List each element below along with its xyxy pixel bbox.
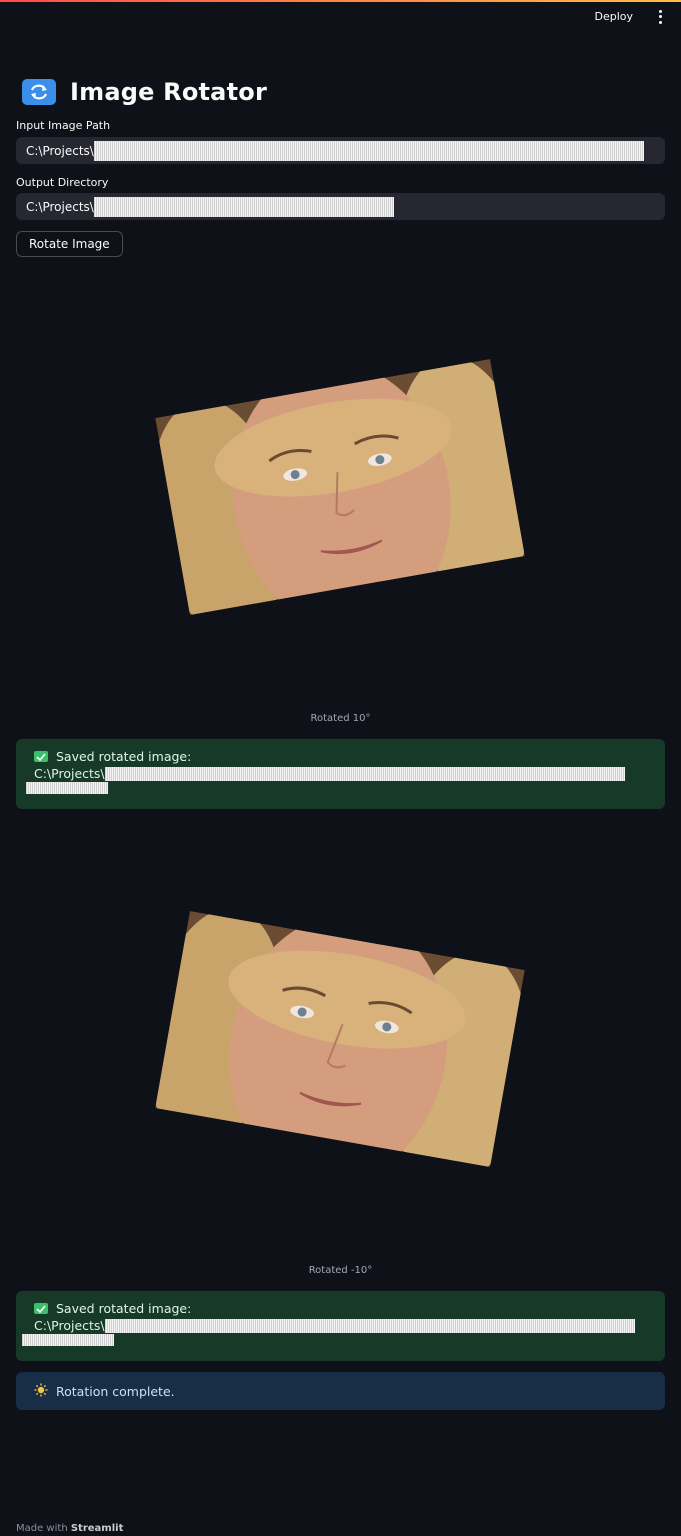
redacted-block xyxy=(104,766,625,781)
rotated-image-2 xyxy=(155,910,525,1168)
info-alert: Rotation complete. xyxy=(16,1372,665,1410)
rotate-image-button[interactable]: Rotate Image xyxy=(16,231,123,257)
footer-prefix: Made with xyxy=(16,1523,68,1534)
info-message: Rotation complete. xyxy=(56,1383,175,1399)
redacted-block xyxy=(104,1318,635,1333)
input-path-value: C:\Projects\ xyxy=(26,143,94,158)
repeat-arrows-icon xyxy=(22,79,56,105)
deploy-button[interactable]: Deploy xyxy=(590,8,637,25)
redacted-block xyxy=(93,140,644,161)
saved-path-2: C:\Projects\ xyxy=(34,1318,105,1333)
page-title: Image Rotator xyxy=(22,78,267,106)
redacted-block xyxy=(93,196,394,217)
output-dir-value: C:\Projects\ xyxy=(26,199,94,214)
sun-icon xyxy=(34,1383,48,1400)
top-decoration-bar xyxy=(0,0,681,2)
main-menu-icon[interactable] xyxy=(655,9,665,24)
header-toolbar: Deploy xyxy=(590,8,665,25)
footer: Made with Streamlit xyxy=(16,1523,123,1534)
check-icon xyxy=(34,1303,48,1314)
success-alert-1: Saved rotated image: C:\Projects\ xyxy=(16,739,665,809)
rotated-image-1 xyxy=(155,358,525,616)
streamlit-app: Deploy Image Rotator Input Image Path C:… xyxy=(0,0,681,1536)
success-message-2: Saved rotated image: xyxy=(56,1301,192,1316)
check-icon xyxy=(34,751,48,762)
footer-brand-link[interactable]: Streamlit xyxy=(71,1523,124,1534)
saved-path-1: C:\Projects\ xyxy=(34,766,105,781)
success-alert-2: Saved rotated image: C:\Projects\ xyxy=(16,1291,665,1361)
redacted-block xyxy=(26,782,108,794)
success-message-1: Saved rotated image: xyxy=(56,749,192,764)
output-dir-field[interactable]: C:\Projects\ xyxy=(16,193,665,220)
output-dir-label: Output Directory xyxy=(16,176,109,189)
page-title-text: Image Rotator xyxy=(70,78,267,106)
input-path-field[interactable]: C:\Projects\ xyxy=(16,137,665,164)
image-caption-2: Rotated -10° xyxy=(308,1265,373,1276)
input-path-label: Input Image Path xyxy=(16,119,111,132)
image-caption-1: Rotated 10° xyxy=(310,713,371,724)
redacted-block xyxy=(22,1334,114,1346)
